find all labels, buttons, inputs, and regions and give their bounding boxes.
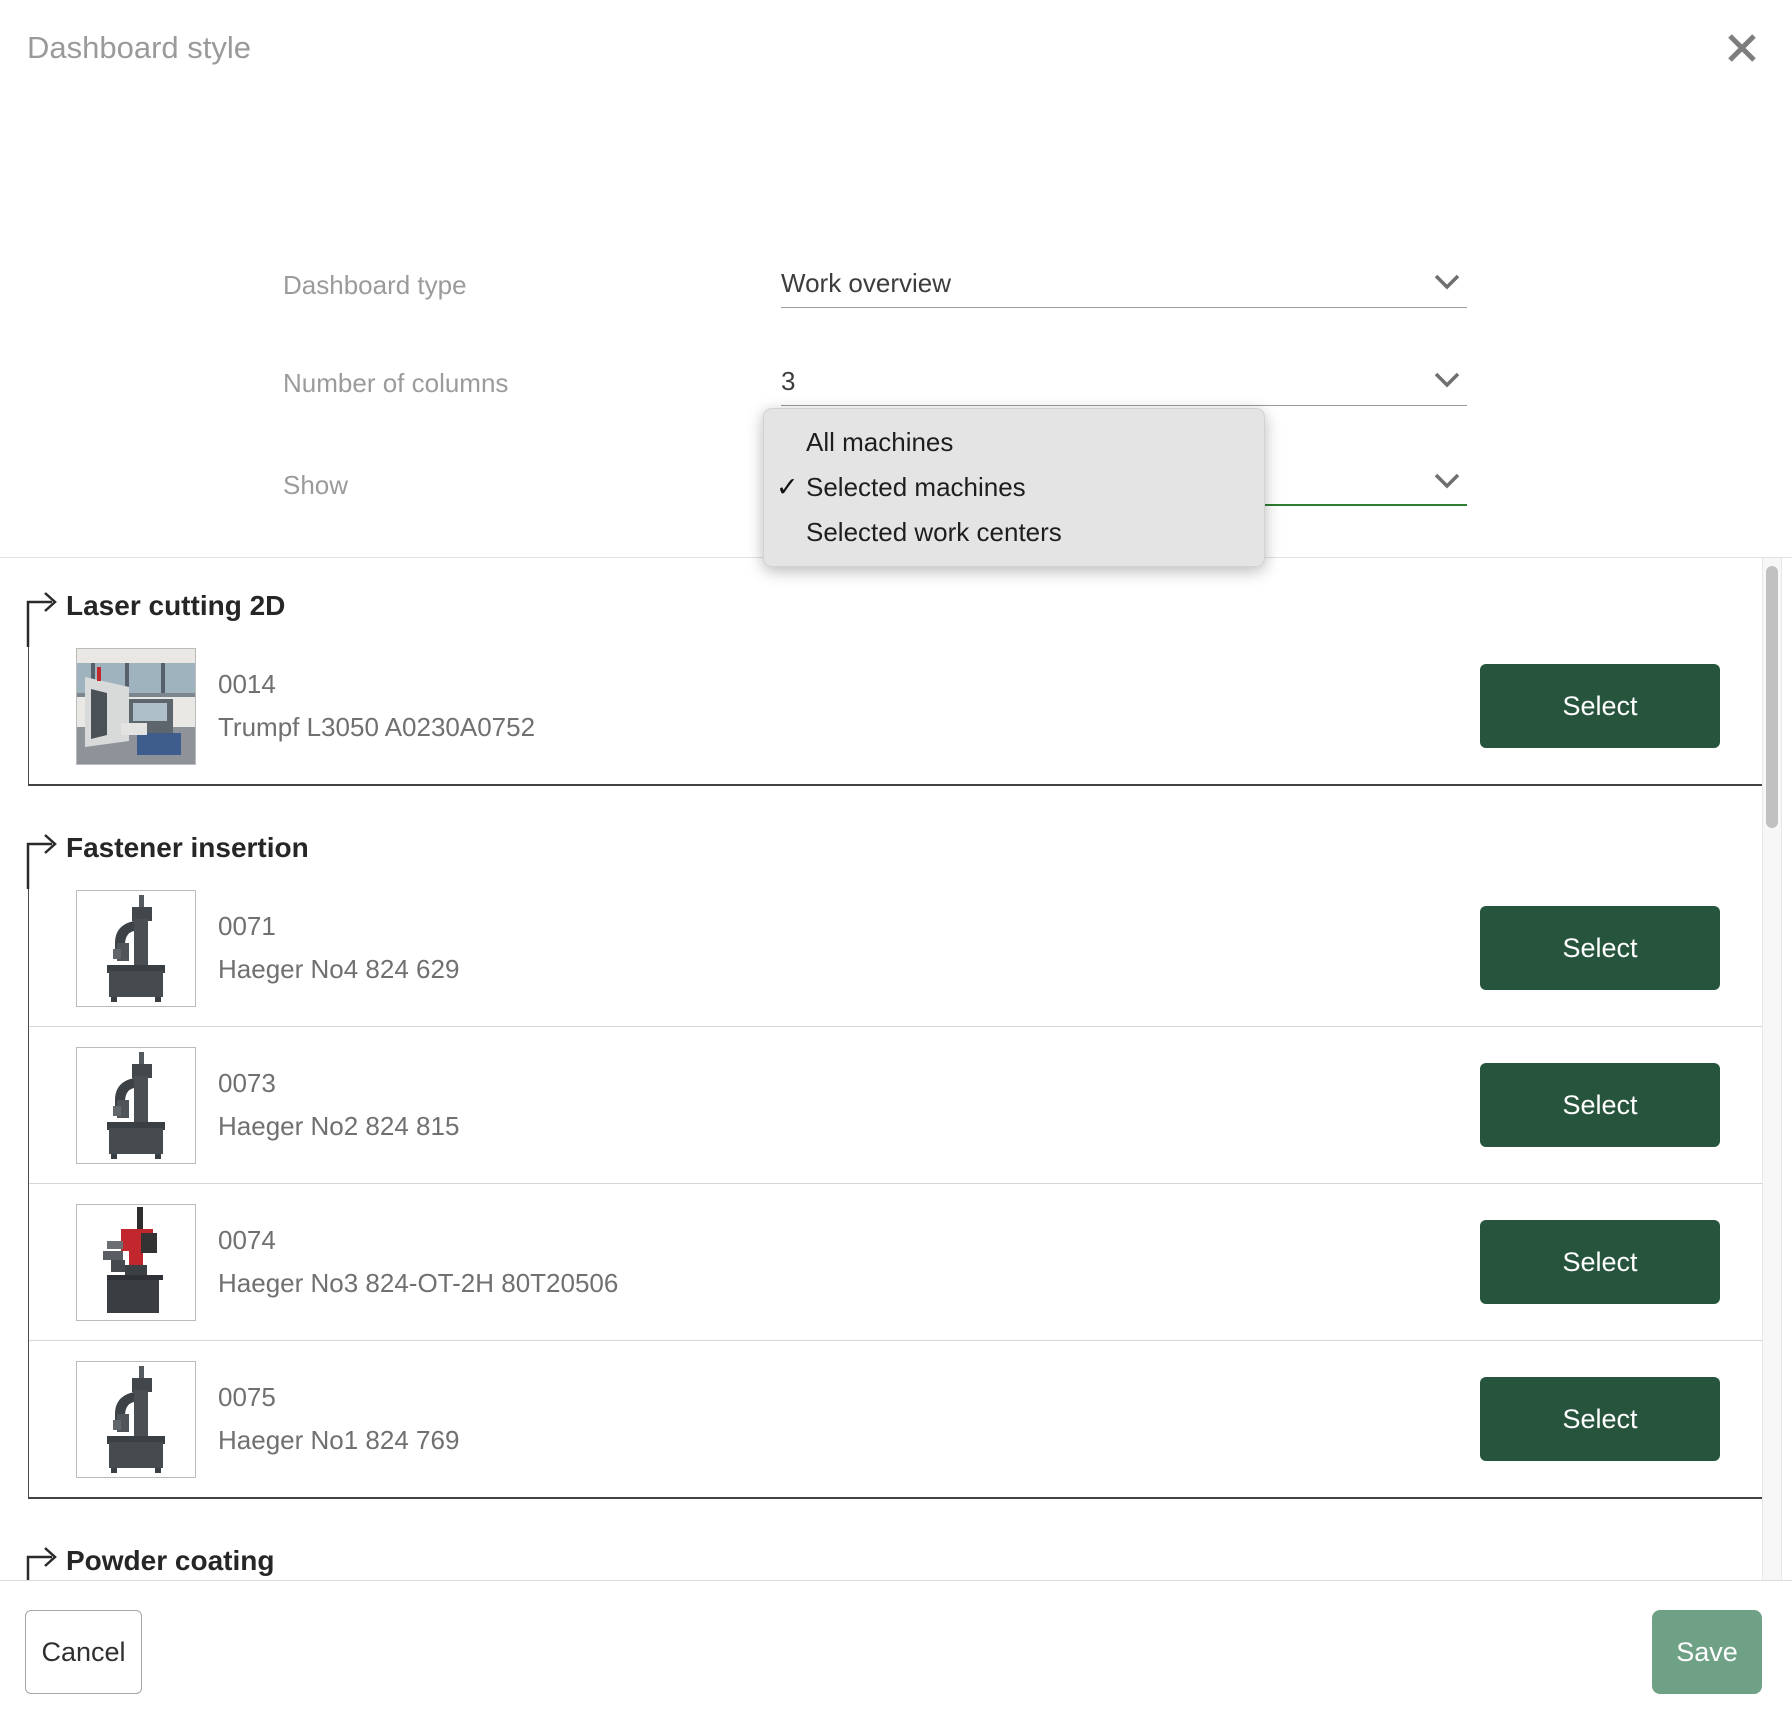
machine-code: 0074 [218, 1219, 618, 1262]
checkmark-icon: ✓ [776, 472, 799, 503]
select-button[interactable]: Select [1480, 1063, 1720, 1147]
group-box: 0071 Haeger No4 824 629 Select 0073 Haeg… [28, 870, 1762, 1499]
menu-item-label: Selected work centers [806, 517, 1062, 548]
menu-item-all-machines[interactable]: ✓ All machines [764, 420, 1264, 465]
menu-item-label: Selected machines [806, 472, 1026, 503]
group-title: Powder coating [66, 1545, 274, 1577]
close-icon [1720, 58, 1764, 73]
machine-text: 0073 Haeger No2 824 815 [218, 1062, 459, 1148]
machine-text: 0071 Haeger No4 824 629 [218, 905, 459, 991]
machine-group: Laser cutting 2D 0014 Trumpf L3050 A0230… [0, 584, 1762, 786]
machine-row: 0014 Trumpf L3050 A0230A0752 Select [29, 628, 1762, 784]
machine-code: 0073 [218, 1062, 459, 1105]
machine-name: Haeger No3 824-OT-2H 80T20506 [218, 1262, 618, 1305]
scrollbar-track[interactable] [1762, 558, 1782, 1581]
group-header: Laser cutting 2D [0, 584, 1762, 628]
group-box: 0014 Trumpf L3050 A0230A0752 Select [28, 628, 1762, 786]
machine-name: Haeger No2 824 815 [218, 1105, 459, 1148]
machine-text: 0014 Trumpf L3050 A0230A0752 [218, 663, 535, 749]
machine-row: 0073 Haeger No2 824 815 Select [29, 1026, 1762, 1183]
machine-list-area: Laser cutting 2D 0014 Trumpf L3050 A0230… [0, 557, 1792, 1581]
chevron-down-icon [1433, 472, 1461, 494]
machine-name: Haeger No4 824 629 [218, 948, 459, 991]
group-header: Powder coating [0, 1539, 1762, 1581]
select-button[interactable]: Select [1480, 664, 1720, 748]
number-of-columns-select[interactable]: 3 [781, 358, 1467, 406]
select-button[interactable]: Select [1480, 1377, 1720, 1461]
dashboard-style-dialog: { "dialog": { "title": "Dashboard style"… [0, 0, 1792, 1720]
menu-item-label: All machines [806, 427, 953, 458]
dialog-footer: Cancel Save [0, 1580, 1792, 1721]
machine-row: 0075 Haeger No1 824 769 Select [29, 1340, 1762, 1497]
machine-row: 0071 Haeger No4 824 629 Select [29, 870, 1762, 1026]
menu-item-selected-machines[interactable]: ✓ Selected machines [764, 465, 1264, 510]
number-of-columns-value: 3 [781, 366, 795, 397]
group-title: Fastener insertion [66, 832, 309, 864]
machine-thumbnail [76, 1047, 196, 1164]
group-arrow-icon [20, 1544, 66, 1581]
machine-code: 0071 [218, 905, 459, 948]
save-button[interactable]: Save [1652, 1610, 1762, 1694]
dashboard-type-label: Dashboard type [283, 270, 467, 301]
dashboard-type-value: Work overview [781, 268, 951, 299]
select-button[interactable]: Select [1480, 1220, 1720, 1304]
machine-code: 0075 [218, 1376, 459, 1419]
cancel-button[interactable]: Cancel [25, 1610, 142, 1694]
machine-code: 0014 [218, 663, 535, 706]
machine-thumbnail [76, 648, 196, 765]
machine-group: Fastener insertion 0071 Haeger No4 824 6… [0, 826, 1762, 1499]
number-of-columns-label: Number of columns [283, 368, 508, 399]
group-header: Fastener insertion [0, 826, 1762, 870]
show-label: Show [283, 470, 348, 501]
machine-text: 0075 Haeger No1 824 769 [218, 1376, 459, 1462]
machine-row: 0074 Haeger No3 824-OT-2H 80T20506 Selec… [29, 1183, 1762, 1340]
machine-name: Trumpf L3050 A0230A0752 [218, 706, 535, 749]
menu-item-selected-work-centers[interactable]: ✓ Selected work centers [764, 510, 1264, 555]
close-button[interactable] [1720, 26, 1764, 70]
dashboard-type-select[interactable]: Work overview [781, 260, 1467, 308]
scrollbar-thumb[interactable] [1766, 566, 1778, 828]
select-button[interactable]: Select [1480, 906, 1720, 990]
machine-group-list: Laser cutting 2D 0014 Trumpf L3050 A0230… [0, 584, 1762, 1581]
dialog-form: Dashboard type Work overview Number of c… [0, 110, 1792, 557]
machine-thumbnail [76, 1361, 196, 1478]
group-title: Laser cutting 2D [66, 590, 285, 622]
machine-name: Haeger No1 824 769 [218, 1419, 459, 1462]
show-dropdown-menu: ✓ All machines ✓ Selected machines ✓ Sel… [763, 408, 1265, 567]
chevron-down-icon [1433, 371, 1461, 393]
machine-group: Powder coating [0, 1539, 1762, 1581]
chevron-down-icon [1433, 273, 1461, 295]
dialog-title: Dashboard style [27, 30, 251, 66]
dialog-header: Dashboard style [0, 0, 1792, 111]
machine-text: 0074 Haeger No3 824-OT-2H 80T20506 [218, 1219, 618, 1305]
machine-thumbnail [76, 890, 196, 1007]
machine-thumbnail [76, 1204, 196, 1321]
